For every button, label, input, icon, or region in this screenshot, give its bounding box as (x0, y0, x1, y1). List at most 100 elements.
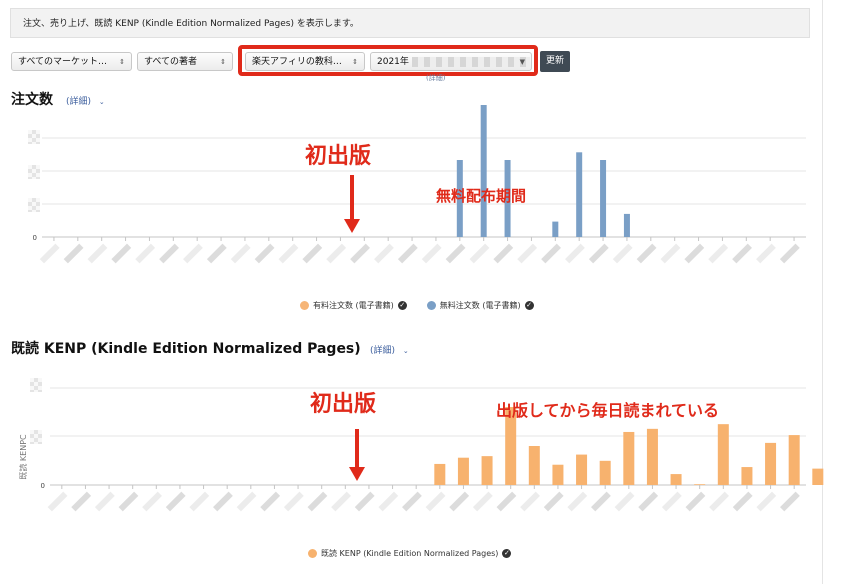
chart-bar (576, 454, 588, 485)
chart-bar (765, 442, 777, 485)
redacted-x-tick-label (230, 243, 251, 264)
chart-bar (812, 468, 824, 485)
check-icon[interactable]: ✓ (397, 301, 407, 310)
annotation-free-period: 無料配布期間 (436, 187, 526, 205)
redacted-x-tick-label (732, 243, 752, 264)
redacted-x-tick-label (331, 491, 351, 512)
marketplace-select-value: すべてのマーケット… (18, 57, 108, 67)
redacted-x-tick-label (756, 491, 777, 512)
redacted-x-tick-label (612, 243, 633, 264)
author-select[interactable]: すべての著者 ⇕ (137, 52, 233, 71)
redacted-x-tick-label (541, 243, 561, 264)
redacted-x-tick-label (520, 491, 540, 512)
redacted-x-tick-label (567, 491, 588, 512)
redacted-x-tick-label (449, 491, 470, 512)
redacted-x-tick-label (472, 491, 493, 512)
redacted-x-tick-label (685, 491, 706, 512)
redacted-x-tick-label (165, 491, 186, 512)
chart-bar (741, 467, 753, 485)
arrow-head (349, 467, 365, 481)
redacted-x-tick-label (588, 243, 609, 264)
redacted-x-tick-label (638, 491, 659, 512)
redacted-x-tick-label (469, 243, 490, 264)
redacted-x-tick-label (374, 243, 394, 264)
redacted-x-tick-label (47, 491, 68, 512)
redacted-x-tick-label (445, 243, 466, 264)
orders-legend: 有料注文数 (電子書籍) ✓ 無料注文数 (電子書籍) ✓ (300, 300, 534, 311)
redacted-x-tick-label (756, 243, 776, 264)
redacted-x-tick-label (493, 243, 514, 264)
chart-bar (576, 152, 583, 237)
chart-bar (623, 431, 635, 485)
legend-paid-dot (300, 301, 309, 310)
redacted-x-tick-label (142, 491, 162, 512)
redacted-x-tick-label (63, 243, 84, 264)
chart-bar (552, 464, 564, 485)
redacted-x-tick-label (425, 491, 446, 512)
marketplace-select[interactable]: すべてのマーケット… ⇕ (11, 52, 132, 71)
select-arrows-icon: ⇕ (220, 58, 226, 66)
update-button[interactable]: 更新 (540, 51, 570, 72)
redacted-x-tick-label (189, 491, 210, 512)
redacted-x-tick-label (183, 243, 203, 264)
redacted-x-tick-label (350, 243, 370, 264)
legend-kenp-label: 既読 KENP (Kindle Edition Normalized Pages… (321, 549, 499, 558)
redacted-x-tick-label (660, 243, 681, 264)
redacted-x-tick-label (732, 491, 753, 512)
chart-bar (646, 428, 658, 485)
select-arrows-icon: ⇕ (119, 58, 125, 66)
annotation-first-publish: 初出版 (310, 391, 376, 417)
redacted-x-tick-label (397, 243, 418, 264)
redacted-x-tick-label (236, 491, 257, 512)
kenp-legend: 既読 KENP (Kindle Edition Normalized Pages… (308, 548, 512, 559)
redacted-x-tick-label (517, 243, 538, 264)
chart-bar (788, 435, 800, 485)
redacted-x-tick-label (94, 491, 115, 512)
redacted-x-tick-label (780, 491, 800, 512)
chart-bar (717, 424, 729, 485)
chart-bar (457, 457, 469, 485)
redacted-x-tick-label (39, 243, 60, 264)
redacted-x-tick-label (206, 243, 227, 264)
legend-free-dot (426, 301, 436, 310)
redacted-x-tick-label (326, 243, 347, 264)
redacted-x-tick-label (118, 491, 139, 512)
redacted-x-tick-label (159, 243, 179, 264)
legend-free-label: 無料注文数 (電子書籍) (439, 301, 521, 310)
redacted-x-tick-label (614, 491, 635, 512)
y-tick-label: 0 (41, 482, 45, 490)
redacted-x-tick-label (213, 491, 233, 512)
redacted-x-tick-label (354, 491, 375, 512)
redacted-x-tick-label (260, 491, 281, 512)
redacted-x-tick-label (496, 491, 517, 512)
detail-hint-link[interactable]: (詳細) (426, 73, 445, 83)
chart-bar (434, 463, 446, 485)
info-banner: 注文、売り上げ、既読 KENP (Kindle Edition Normaliz… (10, 8, 810, 38)
y-tick-label: 0 (33, 234, 37, 242)
redacted-x-tick-label (661, 491, 682, 512)
check-icon[interactable]: ✓ (502, 549, 512, 558)
legend-kenp-dot (308, 549, 317, 558)
redacted-x-tick-label (71, 491, 92, 512)
y-axis-label: 既読 KENPC (18, 434, 28, 480)
redacted-x-tick-label (543, 491, 564, 512)
redacted-x-tick-label (708, 243, 729, 264)
annotation-first-publish: 初出版 (305, 143, 371, 169)
chart-bar (600, 160, 607, 237)
chart-bar (623, 213, 630, 237)
redacted-x-tick-label (402, 491, 422, 512)
redacted-x-tick-label (278, 243, 299, 264)
redacted-x-tick-label (254, 243, 275, 264)
redacted-x-tick-label (591, 491, 611, 512)
redacted-x-tick-label (684, 243, 705, 264)
redacted-x-tick-label (636, 243, 657, 264)
redacted-x-tick-label (87, 243, 108, 264)
redacted-x-tick-label (709, 491, 729, 512)
arrow-head (344, 219, 360, 233)
check-icon[interactable]: ✓ (524, 301, 534, 310)
chart-bar (481, 456, 493, 485)
chevron-down-icon: ⌄ (402, 347, 409, 355)
chart-bar (599, 460, 611, 485)
highlight-box (238, 45, 538, 76)
chart-bar (528, 446, 540, 485)
